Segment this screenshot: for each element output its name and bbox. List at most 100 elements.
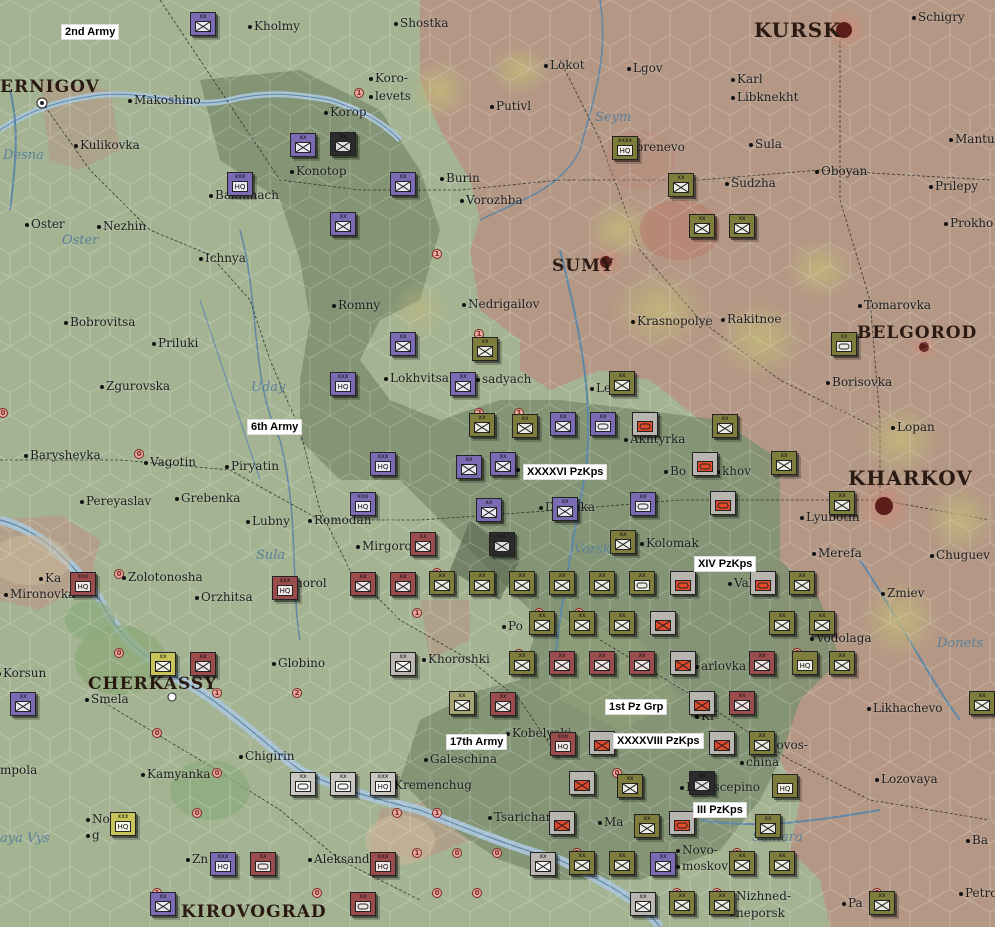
soviet-rifle-division[interactable]: xx xyxy=(589,651,615,675)
german-infantry-division[interactable]: xx xyxy=(429,571,455,595)
german-infantry-division[interactable]: xx xyxy=(589,571,615,595)
allied-corps-hq[interactable]: xxx HQ xyxy=(370,772,396,796)
allied-corps-hq[interactable]: xxx HQ xyxy=(110,812,136,836)
axis-corps-hq[interactable]: xxx HQ xyxy=(227,172,253,196)
soviet-tank-counter[interactable] xyxy=(670,571,696,595)
soviet-tank-counter[interactable] xyxy=(650,611,676,635)
german-infantry-division[interactable]: xx xyxy=(769,851,795,875)
german-security-division[interactable]: xx xyxy=(829,491,855,515)
axis-infantry-division[interactable]: xx xyxy=(552,497,578,521)
axis-corps-hq[interactable]: xxx HQ xyxy=(350,492,376,516)
soviet-tank-counter[interactable] xyxy=(670,651,696,675)
soviet-rifle-division[interactable]: xx xyxy=(729,691,755,715)
axis-infantry-division[interactable]: xx xyxy=(456,455,482,479)
german-infantry-division[interactable]: xx xyxy=(609,611,635,635)
german-security-division[interactable]: xx xyxy=(829,651,855,675)
soviet-rifle-division[interactable]: xx xyxy=(190,652,216,676)
soviet-rifle-division[interactable]: xx xyxy=(490,692,516,716)
german-infantry-division[interactable]: xx xyxy=(469,413,495,437)
allied-infantry-division[interactable]: xx xyxy=(150,652,176,676)
soviet-tank-counter[interactable] xyxy=(549,811,575,835)
german-infantry-division[interactable]: xx xyxy=(529,611,555,635)
german-infantry-division[interactable]: xx xyxy=(709,891,735,915)
axis-infantry-division[interactable]: xx xyxy=(390,332,416,356)
axis-infantry-division[interactable]: xx xyxy=(190,12,216,36)
german-infantry-division[interactable]: xx xyxy=(869,891,895,915)
axis-infantry-division[interactable]: xx xyxy=(450,372,476,396)
german-infantry-division[interactable]: xx xyxy=(609,851,635,875)
axis-infantry-division[interactable]: xx xyxy=(476,498,502,522)
axis-corps-hq[interactable]: xxx HQ xyxy=(370,452,396,476)
soviet-army-hq[interactable]: xxx HQ xyxy=(550,732,576,756)
german-army-hq[interactable]: xxxx HQ xyxy=(612,136,638,160)
soviet-reserve-division[interactable]: xx xyxy=(630,892,656,916)
german-infantry-division[interactable]: xx xyxy=(609,371,635,395)
axis-infantry-division[interactable]: xx xyxy=(650,852,676,876)
soviet-rifle-division[interactable]: xx xyxy=(629,651,655,675)
axis-infantry-division[interactable]: xx xyxy=(290,133,316,157)
german-infantry-division[interactable]: xx xyxy=(509,651,535,675)
soviet-reserve-division[interactable]: xx xyxy=(530,852,556,876)
german-infantry-division[interactable]: xx xyxy=(634,814,660,838)
soviet-cavalry-division[interactable]: xx xyxy=(250,852,276,876)
german-infantry-division[interactable]: xx xyxy=(749,731,775,755)
german-infantry-division[interactable]: xx xyxy=(669,891,695,915)
axis-infantry-division[interactable]: xx xyxy=(550,412,576,436)
panzer-division-selected[interactable]: xx xyxy=(489,532,515,556)
axis-corps-hq[interactable]: xxx HQ xyxy=(210,852,236,876)
soviet-tank-counter[interactable] xyxy=(709,731,735,755)
german-infantry-division[interactable]: xx xyxy=(569,611,595,635)
soviet-tank-counter[interactable] xyxy=(692,452,718,476)
german-infantry-division[interactable]: xx xyxy=(771,451,797,475)
german-corps-hq[interactable]: HQ xyxy=(772,774,798,798)
axis-motorized-division[interactable]: xx xyxy=(630,492,656,516)
strategic-map[interactable]: KURSK KHARKOV SUMY BELGOROD CHERKASSY KIROVOG… xyxy=(0,0,995,927)
soviet-tank-counter[interactable] xyxy=(669,811,695,835)
allied-motorized-division[interactable]: xx xyxy=(290,772,316,796)
soviet-reserve-division[interactable]: xx xyxy=(390,652,416,676)
german-infantry-division[interactable]: xx xyxy=(549,571,575,595)
axis-corps-hq[interactable]: xxx HQ xyxy=(330,372,356,396)
german-security-division[interactable]: xx xyxy=(729,214,755,238)
german-infantry-division[interactable]: xx xyxy=(769,611,795,635)
axis-infantry-division[interactable]: xx xyxy=(150,892,176,916)
german-infantry-division[interactable]: xx xyxy=(617,774,643,798)
axis-infantry-division[interactable]: xx xyxy=(390,172,416,196)
axis-infantry-division[interactable]: xx xyxy=(330,212,356,236)
soviet-rifle-division[interactable]: xx xyxy=(390,572,416,596)
panzer-division-selected[interactable]: xx xyxy=(689,771,715,795)
german-motorized-division[interactable]: xx xyxy=(831,332,857,356)
soviet-tank-counter[interactable] xyxy=(589,731,615,755)
soviet-tank-counter[interactable] xyxy=(710,491,736,515)
soviet-army-hq[interactable]: xxx HQ xyxy=(370,852,396,876)
german-security-division[interactable]: xx xyxy=(689,214,715,238)
soviet-tank-counter[interactable] xyxy=(632,412,658,436)
german-infantry-division[interactable]: xx xyxy=(472,337,498,361)
german-infantry-division[interactable]: xx xyxy=(729,851,755,875)
german-infantry-division[interactable]: xx xyxy=(712,414,738,438)
soviet-rifle-division[interactable]: xx xyxy=(410,532,436,556)
german-infantry-division[interactable]: xx xyxy=(610,530,636,554)
german-reserve-division[interactable]: xx xyxy=(449,691,475,715)
axis-engineer-division[interactable]: xx xyxy=(330,132,356,156)
soviet-army-hq[interactable]: xxx HQ xyxy=(272,576,298,600)
german-panzer-division[interactable]: xx xyxy=(629,571,655,595)
german-infantry-division[interactable]: xx xyxy=(509,571,535,595)
german-corps-hq[interactable]: HQ xyxy=(792,651,818,675)
allied-motorized-division[interactable]: xx xyxy=(330,772,356,796)
axis-infantry-division[interactable]: xx xyxy=(10,692,36,716)
soviet-tank-counter[interactable] xyxy=(689,691,715,715)
german-infantry-division[interactable]: xx xyxy=(469,571,495,595)
soviet-rifle-division[interactable]: xx xyxy=(350,572,376,596)
german-infantry-division[interactable]: xx xyxy=(569,851,595,875)
soviet-tank-counter[interactable] xyxy=(569,771,595,795)
german-infantry-division[interactable]: xx xyxy=(755,814,781,838)
axis-infantry-division[interactable]: xx xyxy=(490,452,516,476)
german-security-division[interactable]: xx xyxy=(969,691,995,715)
axis-motorized-division[interactable]: xx xyxy=(590,412,616,436)
german-infantry-division[interactable]: xx xyxy=(789,571,815,595)
soviet-rifle-division[interactable]: xx xyxy=(749,651,775,675)
soviet-cavalry-division[interactable]: xx xyxy=(350,892,376,916)
german-infantry-division[interactable]: xx xyxy=(512,414,538,438)
soviet-tank-counter[interactable] xyxy=(750,571,776,595)
